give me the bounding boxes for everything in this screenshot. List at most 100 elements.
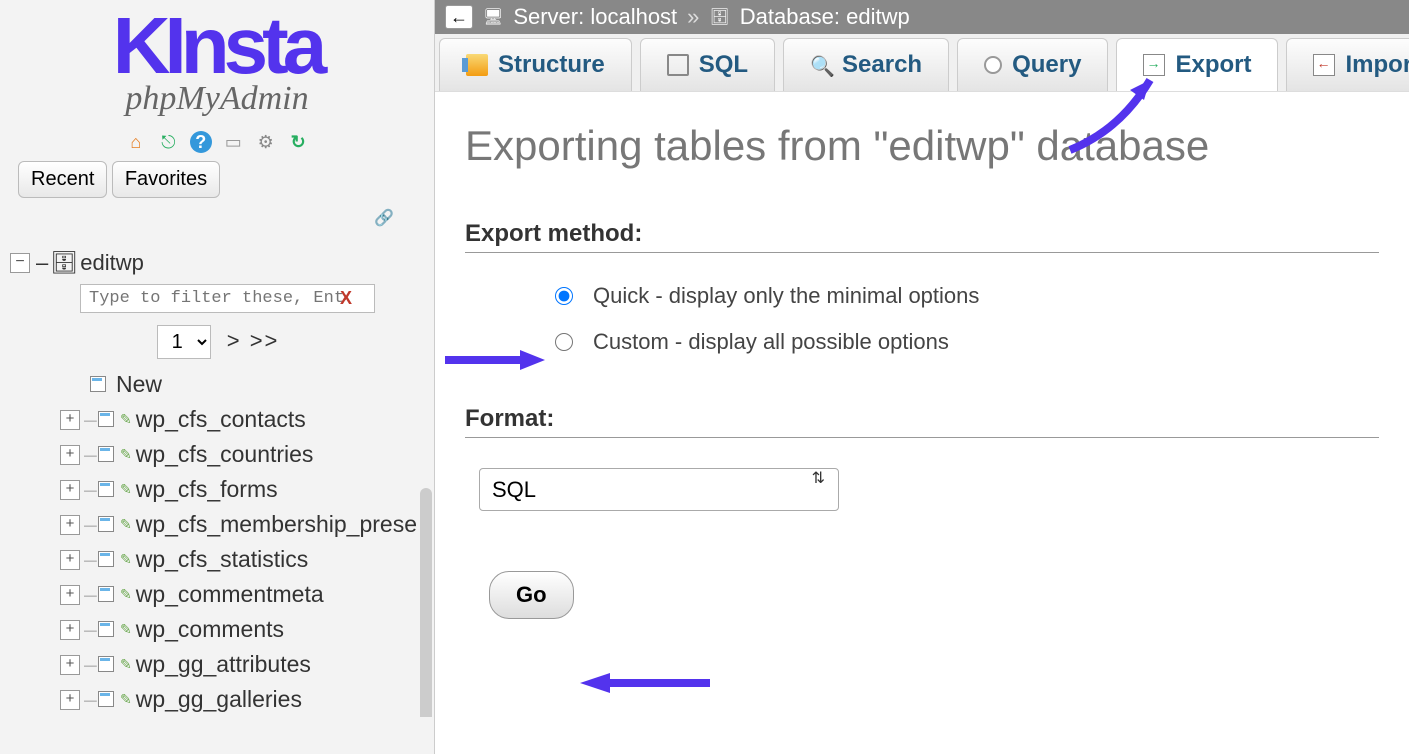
sidebar-scrollbar[interactable] bbox=[420, 488, 432, 717]
table-row[interactable]: +–✎wp_cfs_forms bbox=[10, 472, 426, 507]
tab-import[interactable]: Import bbox=[1286, 38, 1409, 91]
browse-icon: ✎ bbox=[120, 656, 132, 673]
link-toggle-bar: 🔗 bbox=[0, 204, 434, 238]
recent-favorites-bar: Recent Favorites bbox=[18, 161, 416, 198]
page-select[interactable]: 1 bbox=[157, 325, 211, 359]
logout-icon[interactable]: ⎋ bbox=[157, 131, 179, 153]
new-table-icon bbox=[90, 376, 112, 394]
db-tree: − – 🗄 editwp X 1 > >> New +–✎wp_cfs_cont… bbox=[0, 238, 434, 717]
radio-custom-row[interactable]: Custom - display all possible options bbox=[465, 319, 1379, 365]
browse-icon: ✎ bbox=[120, 516, 132, 533]
table-name: wp_cfs_contacts bbox=[136, 406, 306, 433]
tab-query[interactable]: Query bbox=[957, 38, 1108, 91]
table-row[interactable]: +– ✎wp_gg_attributes bbox=[10, 647, 426, 682]
link-icon[interactable]: 🔗 bbox=[374, 208, 394, 228]
tree-line: – bbox=[84, 581, 94, 608]
filter-wrap: X bbox=[10, 278, 426, 319]
sql-icon bbox=[667, 54, 689, 76]
tab-label: Structure bbox=[498, 51, 605, 79]
page-next-button[interactable]: > >> bbox=[227, 328, 280, 353]
table-name: wp_comments bbox=[136, 616, 284, 643]
table-name: wp_commentmeta bbox=[136, 581, 324, 608]
radio-custom[interactable] bbox=[555, 333, 573, 351]
table-icon bbox=[98, 551, 120, 569]
table-icon bbox=[98, 481, 120, 499]
table-row[interactable]: +– ✎wp_cfs_membership_prese bbox=[10, 507, 426, 542]
browse-icon: ✎ bbox=[120, 586, 132, 603]
table-icon bbox=[98, 446, 120, 464]
tab-export[interactable]: Export bbox=[1116, 38, 1278, 91]
tab-label: Query bbox=[1012, 51, 1081, 79]
tab-label: Export bbox=[1175, 51, 1251, 79]
recent-button[interactable]: Recent bbox=[18, 161, 107, 198]
browse-icon: ✎ bbox=[120, 411, 132, 428]
radio-quick[interactable] bbox=[555, 287, 573, 305]
breadcrumb-database[interactable]: Database: editwp bbox=[740, 4, 910, 30]
browse-icon: ✎ bbox=[120, 481, 132, 498]
tab-sql[interactable]: SQL bbox=[640, 38, 775, 91]
tab-structure[interactable]: Structure bbox=[439, 38, 632, 91]
radio-custom-label: Custom - display all possible options bbox=[593, 329, 949, 355]
table-row[interactable]: +– ✎wp_comments bbox=[10, 612, 426, 647]
collapse-icon[interactable]: − bbox=[10, 253, 30, 273]
table-name: wp_gg_attributes bbox=[136, 651, 311, 678]
format-label: Format: bbox=[465, 405, 1379, 438]
reload-icon[interactable]: ↻ bbox=[287, 131, 309, 153]
clear-filter-icon[interactable]: X bbox=[340, 288, 352, 309]
radio-quick-row[interactable]: Quick - display only the minimal options bbox=[465, 273, 1379, 319]
tab-label: SQL bbox=[699, 51, 748, 79]
expand-icon[interactable]: + bbox=[60, 480, 80, 500]
browse-icon: ✎ bbox=[120, 691, 132, 708]
table-row[interactable]: +–✎wp_gg_galleries bbox=[10, 682, 426, 717]
help-icon[interactable]: ? bbox=[190, 131, 212, 153]
browse-icon: ✎ bbox=[120, 621, 132, 638]
expand-icon[interactable]: + bbox=[60, 655, 80, 675]
expand-icon[interactable]: + bbox=[60, 550, 80, 570]
table-filter-input[interactable] bbox=[80, 284, 375, 313]
expand-icon[interactable]: + bbox=[60, 445, 80, 465]
db-row[interactable]: − – 🗄 editwp bbox=[10, 248, 426, 278]
table-icon bbox=[98, 516, 120, 534]
table-page-nav: 1 > >> bbox=[10, 325, 426, 359]
tree-line: – bbox=[84, 651, 94, 678]
table-name: wp_cfs_membership_prese bbox=[136, 511, 417, 538]
table-name: wp_gg_galleries bbox=[136, 686, 302, 713]
breadcrumb-server[interactable]: Server: localhost bbox=[513, 4, 677, 30]
expand-icon[interactable]: + bbox=[60, 620, 80, 640]
new-table-item[interactable]: New bbox=[10, 367, 426, 402]
table-row[interactable]: +–✎wp_cfs_contacts bbox=[10, 402, 426, 437]
favorites-button[interactable]: Favorites bbox=[112, 161, 220, 198]
structure-icon bbox=[466, 54, 488, 76]
format-select[interactable]: SQL bbox=[479, 468, 839, 511]
home-icon[interactable]: ⌂ bbox=[125, 131, 147, 153]
logo-area: KInsta phpMyAdmin bbox=[0, 0, 434, 123]
expand-icon[interactable]: + bbox=[60, 515, 80, 535]
logo-brand: KInsta bbox=[0, 10, 434, 82]
tree-line: – bbox=[84, 546, 94, 573]
expand-icon[interactable]: + bbox=[60, 690, 80, 710]
sidebar: KInsta phpMyAdmin ⌂ ⎋ ? ▭ ⚙ ↻ Recent Fav… bbox=[0, 0, 435, 754]
table-row[interactable]: +– ✎wp_commentmeta bbox=[10, 577, 426, 612]
table-row[interactable]: +–✎wp_cfs_countries bbox=[10, 437, 426, 472]
database-icon: 🗄 bbox=[54, 253, 74, 273]
server-icon: 🖥 bbox=[483, 7, 503, 27]
browse-icon: ✎ bbox=[120, 446, 132, 463]
tree-line: – bbox=[84, 616, 94, 643]
new-label: New bbox=[116, 371, 162, 398]
expand-icon[interactable]: + bbox=[60, 585, 80, 605]
back-button[interactable]: ← bbox=[445, 5, 473, 29]
expand-icon[interactable]: + bbox=[60, 410, 80, 430]
breadcrumb: ← 🖥 Server: localhost » 🗄 Database: edit… bbox=[435, 0, 1409, 34]
radio-quick-label: Quick - display only the minimal options bbox=[593, 283, 979, 309]
table-name: wp_cfs_countries bbox=[136, 441, 314, 468]
tab-label: Search bbox=[842, 51, 922, 79]
db-name[interactable]: editwp bbox=[80, 250, 144, 276]
sql-window-icon[interactable]: ▭ bbox=[222, 131, 244, 153]
go-button[interactable]: Go bbox=[489, 571, 574, 619]
settings-icon[interactable]: ⚙ bbox=[255, 131, 277, 153]
tree-line: – bbox=[84, 511, 94, 538]
query-icon bbox=[984, 56, 1002, 74]
tab-search[interactable]: 🔍Search bbox=[783, 38, 949, 91]
table-row[interactable]: +–✎wp_cfs_statistics bbox=[10, 542, 426, 577]
tree-line: – bbox=[84, 476, 94, 503]
